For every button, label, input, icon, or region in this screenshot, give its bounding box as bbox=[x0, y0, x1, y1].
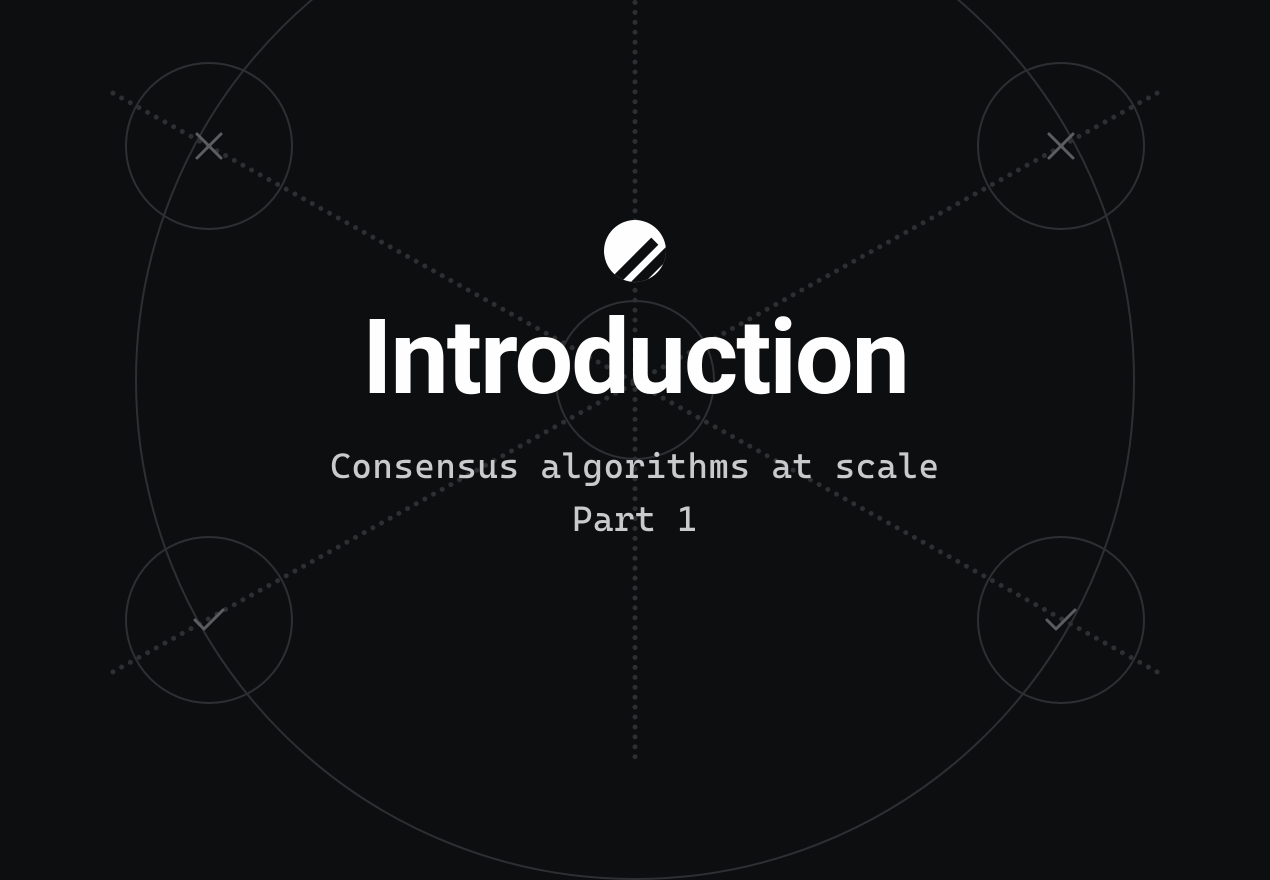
node-top-left bbox=[125, 62, 293, 230]
subtitle-line-1: Consensus algorithms at scale bbox=[330, 441, 939, 494]
x-icon bbox=[1046, 131, 1076, 161]
subtitle-line-2: Part 1 bbox=[330, 494, 939, 547]
check-icon bbox=[192, 607, 226, 633]
subtitle: Consensus algorithms at scale Part 1 bbox=[330, 441, 939, 546]
node-top-right bbox=[977, 62, 1145, 230]
x-icon bbox=[194, 131, 224, 161]
node-bottom-right bbox=[977, 536, 1145, 704]
check-icon bbox=[1044, 607, 1078, 633]
logo-icon bbox=[604, 220, 666, 282]
content-block: Introduction Consensus algorithms at sca… bbox=[0, 220, 1270, 546]
page-title: Introduction bbox=[362, 302, 908, 416]
node-bottom-left bbox=[125, 536, 293, 704]
